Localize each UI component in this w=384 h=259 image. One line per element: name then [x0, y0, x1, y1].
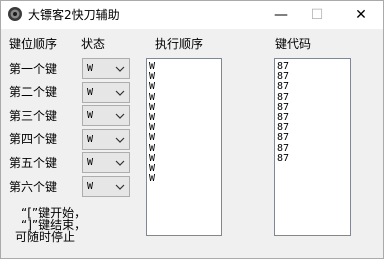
- list-item[interactable]: W: [147, 133, 221, 143]
- list-item[interactable]: W: [147, 82, 221, 92]
- close-button[interactable]: ✕: [341, 1, 381, 29]
- title-bar: 大镖客2快刀辅助 — ☐ ✕: [1, 1, 383, 29]
- row-label-4: 第四个键: [9, 132, 58, 146]
- note-line-stop: 可随时停止: [15, 230, 76, 244]
- list-item[interactable]: 87: [275, 153, 350, 164]
- chevron-down-icon: [113, 155, 127, 170]
- usage-note: “[”键开始， “]”键结束， 可随时停止: [15, 207, 86, 243]
- key-select-1[interactable]: W: [82, 58, 130, 79]
- key-select-3[interactable]: W: [82, 105, 130, 126]
- list-item[interactable]: W: [147, 102, 221, 113]
- key-select-5[interactable]: W: [82, 152, 130, 173]
- header-exec-order: 执行顺序: [155, 37, 204, 51]
- chevron-down-icon: [113, 85, 127, 100]
- row-label-5: 第五个键: [9, 156, 58, 170]
- chevron-down-icon: [113, 61, 127, 76]
- list-item[interactable]: W: [147, 92, 221, 103]
- key-select-6[interactable]: W: [82, 176, 130, 197]
- chevron-down-icon: [113, 108, 127, 123]
- header-state: 状态: [81, 37, 106, 51]
- list-item[interactable]: W: [147, 143, 221, 154]
- key-code-list[interactable]: 87 87 87 87 87 87 87 87 87 87: [274, 58, 351, 236]
- row-label-3: 第三个键: [9, 109, 58, 123]
- exec-order-list[interactable]: W W W W W W W W W W W W: [146, 58, 222, 236]
- header-key-code: 键代码: [275, 37, 312, 51]
- key-select-value: W: [87, 63, 94, 74]
- header-key-position: 键位顺序: [9, 37, 58, 51]
- app-icon: [7, 6, 23, 22]
- key-select-value: W: [87, 87, 94, 98]
- app-window: 大镖客2快刀辅助 — ☐ ✕ 键位顺序 状态 执行顺序 键代码 第一个键 第二个…: [0, 0, 384, 259]
- list-item[interactable]: W: [147, 112, 221, 123]
- row-label-2: 第二个键: [9, 85, 58, 99]
- chevron-down-icon: [113, 132, 127, 147]
- key-select-value: W: [87, 181, 94, 192]
- key-select-value: W: [87, 110, 94, 121]
- row-label-6: 第六个键: [9, 180, 58, 194]
- key-select-2[interactable]: W: [82, 82, 130, 103]
- maximize-button[interactable]: ☐: [297, 1, 337, 29]
- list-item[interactable]: W: [147, 174, 221, 184]
- list-item[interactable]: W: [147, 123, 221, 133]
- list-item[interactable]: W: [147, 61, 221, 72]
- key-select-value: W: [87, 134, 94, 145]
- list-item[interactable]: W: [147, 153, 221, 164]
- key-select-4[interactable]: W: [82, 129, 130, 150]
- minimize-button[interactable]: —: [261, 1, 301, 29]
- chevron-down-icon: [113, 179, 127, 194]
- list-item[interactable]: W: [147, 163, 221, 174]
- list-item[interactable]: W: [147, 71, 221, 82]
- row-label-1: 第一个键: [9, 62, 58, 76]
- window-title: 大镖客2快刀辅助: [28, 8, 120, 22]
- key-select-value: W: [87, 157, 94, 168]
